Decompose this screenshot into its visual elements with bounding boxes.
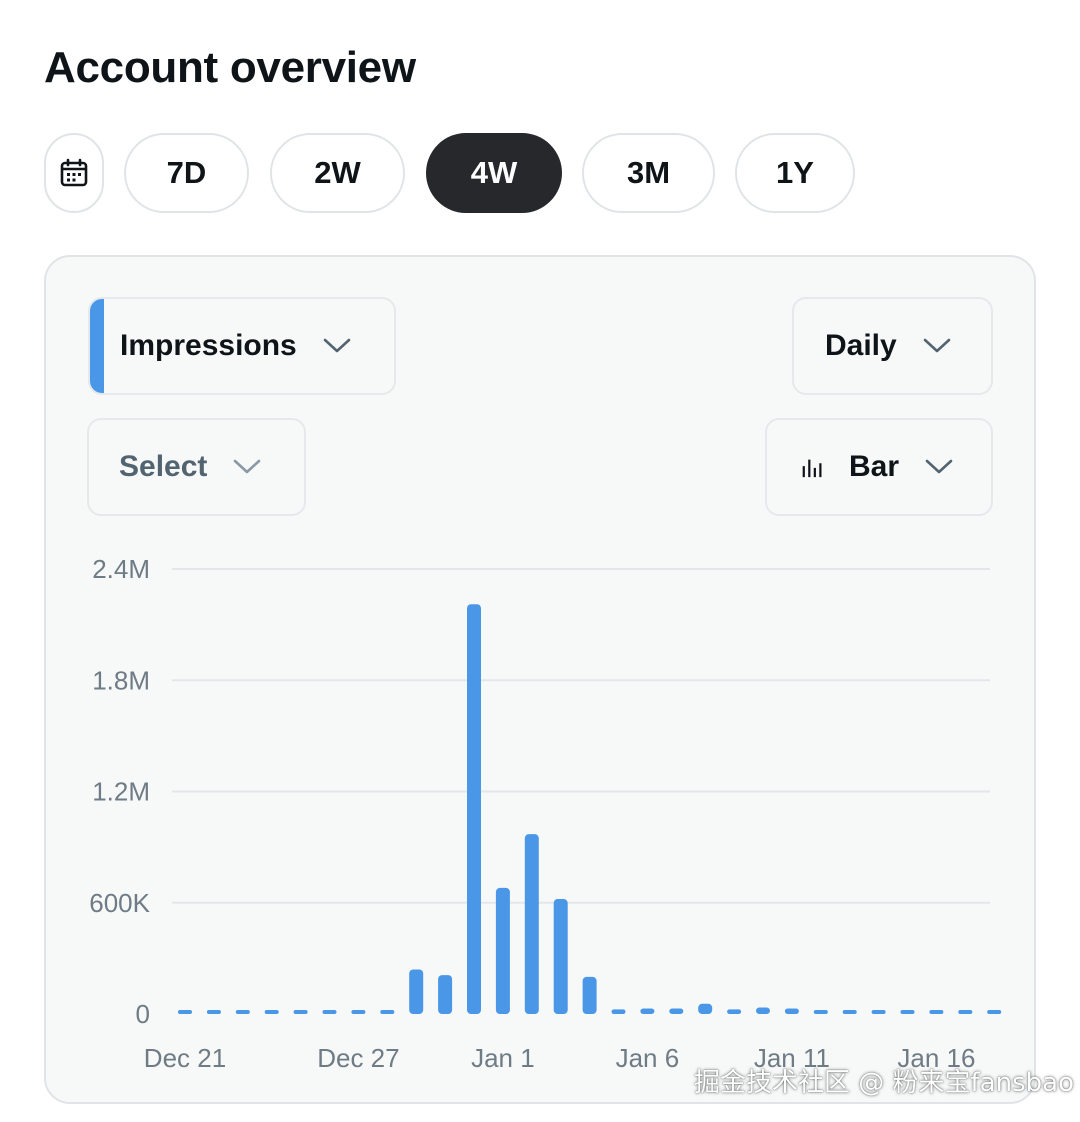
bar[interactable] (495, 887, 510, 1014)
bar[interactable] (293, 1010, 308, 1014)
bar[interactable] (871, 1010, 886, 1014)
bar[interactable] (669, 1008, 684, 1014)
x-tick-label: Jan 1 (471, 1043, 535, 1073)
bar[interactable] (235, 1010, 250, 1014)
bar[interactable] (958, 1010, 973, 1014)
bar[interactable] (409, 969, 424, 1015)
bar[interactable] (467, 604, 481, 1014)
bar[interactable] (553, 899, 568, 1014)
bar[interactable] (900, 1010, 915, 1014)
y-tick-label: 0 (136, 999, 150, 1029)
y-tick-label: 1.8M (92, 665, 150, 695)
bar[interactable] (727, 1009, 742, 1014)
bar[interactable] (582, 976, 597, 1014)
bar[interactable] (438, 975, 453, 1014)
impressions-bar-chart: 0600K1.2M1.8M2.4MDec 21 Dec 27 Jan 1 Jan 6J… (89, 554, 1002, 1073)
x-tick-label: Jan 6 (616, 1043, 680, 1073)
bar[interactable] (380, 1010, 395, 1014)
bar[interactable] (524, 834, 539, 1014)
bar[interactable] (611, 1009, 626, 1014)
bar[interactable] (264, 1010, 279, 1014)
x-tick-label: Dec 27 (317, 1043, 399, 1073)
bar[interactable] (929, 1010, 944, 1014)
bar[interactable] (322, 1010, 337, 1014)
bar[interactable] (351, 1010, 366, 1014)
bar[interactable] (813, 1010, 828, 1014)
bar[interactable] (987, 1010, 1002, 1014)
y-tick-label: 2.4M (92, 554, 150, 584)
bar[interactable] (842, 1010, 857, 1014)
watermark: 掘金技术社区 @ 粉来宝fansbao (694, 1068, 1074, 1098)
y-tick-label: 600K (89, 888, 150, 918)
x-tick-label: Dec 21 (144, 1043, 226, 1073)
bar[interactable] (178, 1010, 192, 1014)
y-tick-label: 1.2M (92, 777, 150, 807)
bar[interactable] (206, 1010, 221, 1014)
bar[interactable] (640, 1008, 655, 1014)
bar[interactable] (698, 1003, 713, 1014)
bar[interactable] (756, 1007, 770, 1014)
bar[interactable] (784, 1008, 799, 1014)
